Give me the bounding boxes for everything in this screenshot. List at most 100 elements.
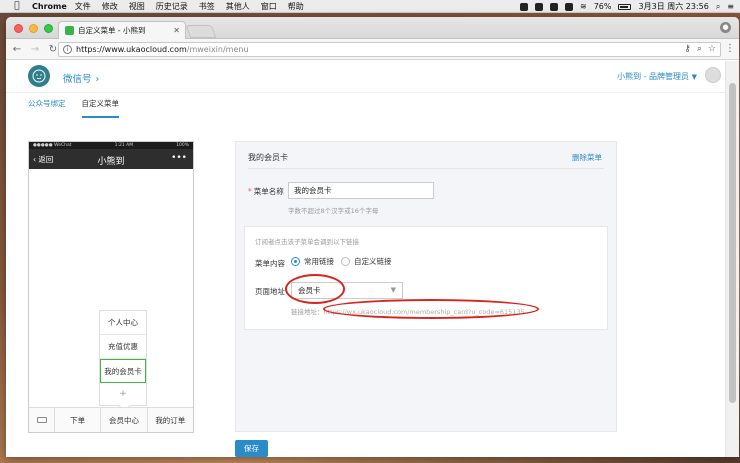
delete-menu-link[interactable]: 删除菜单 <box>572 152 602 163</box>
phone-carrier: ●●●●● WeChat <box>33 143 72 148</box>
phone-time: 1:21 AM <box>114 143 134 148</box>
chevron-right-icon: › <box>95 74 100 85</box>
sub-navigation: 公众号绑定 自定义菜单 <box>28 98 119 118</box>
menu-item-member-center[interactable]: 会员中心 <box>101 408 148 432</box>
close-window-button[interactable] <box>14 24 23 33</box>
menubar-item-file[interactable]: 文件 <box>75 1 91 12</box>
url-path: /mweixin/menu <box>186 45 249 54</box>
menu-editor-panel: 我的会员卡 删除菜单 * 菜单名称 我的会员卡 字数不超过8个汉字或16个字母 订… <box>235 141 617 432</box>
site-info-icon[interactable]: i <box>63 45 72 54</box>
tray-app-icon[interactable] <box>565 2 573 11</box>
content-hint: 订阅者点击该子菜单会调到以下链接 <box>255 238 359 246</box>
required-mark: * <box>248 187 252 196</box>
menubar-item-history[interactable]: 历史记录 <box>156 1 188 12</box>
menubar-status-area: ≋ 76% 3月3日 周六 23:56 ⌕ ≡ <box>520 0 734 13</box>
scrollbar-thumb[interactable] <box>729 83 736 403</box>
radio-custom-link[interactable]: 自定义链接 <box>341 256 392 267</box>
submenu-item-membership-card[interactable]: 我的会员卡 <box>100 359 146 383</box>
menu-content-label: 菜单内容 <box>255 259 285 268</box>
new-tab-button[interactable] <box>185 25 217 38</box>
notification-center-icon[interactable]: ≡ <box>727 2 734 11</box>
menu-name-label: * 菜单名称 <box>248 186 284 197</box>
site-header: 微信号 › 小熊到 - 品牌管理员 ▼ <box>6 61 725 93</box>
site-title-label: 微信号 <box>63 74 92 85</box>
menubar-item-help[interactable]: 帮助 <box>288 1 304 12</box>
address-bar-actions: ⚷ ⌕ ☆ <box>684 44 716 54</box>
radio-common-link[interactable]: 常用链接 <box>291 256 334 267</box>
tab-title: 自定义菜单 - 小熊到 <box>78 26 146 35</box>
url-host: https://www.ukaocloud.com <box>76 45 187 54</box>
maximize-window-button[interactable] <box>44 24 53 33</box>
window-controls <box>14 24 53 33</box>
tab-close-icon[interactable]: ✕ <box>173 26 180 35</box>
mac-menubar:  Chrome 文件 修改 视图 历史记录 书签 其他人 窗口 帮助 ≋ 76… <box>0 0 740 13</box>
wechat-account-link[interactable]: 微信号 › <box>63 71 99 85</box>
back-icon[interactable]: ← <box>10 44 24 55</box>
phone-preview: ●●●●● WeChat 1:21 AM 100% ‹ 返回 小熊到 ••• 个… <box>28 141 194 433</box>
tab-custom-menu[interactable]: 自定义菜单 <box>81 98 119 118</box>
menubar-item-edit[interactable]: 修改 <box>102 1 118 12</box>
battery-percent: 76% <box>593 2 612 11</box>
menu-name-label-text: 菜单名称 <box>253 187 284 196</box>
browser-toolbar: ← → ↻ i https://www.ukaocloud.com/mweixi… <box>6 39 739 60</box>
wechat-tray-icon[interactable] <box>520 2 528 11</box>
browser-window: 自定义菜单 - 小熊到 ✕ ● ← → ↻ i https://www.ukao… <box>6 17 739 457</box>
editor-title: 我的会员卡 <box>248 153 288 162</box>
keyboard-icon <box>29 408 55 432</box>
tray-app-icon[interactable] <box>550 2 558 11</box>
menubar-item-bookmarks[interactable]: 书签 <box>199 1 215 12</box>
browser-menu-icon[interactable]: ⋮ <box>725 43 735 54</box>
browser-tab[interactable]: 自定义菜单 - 小熊到 ✕ <box>58 21 186 39</box>
profile-icon[interactable]: ● <box>720 22 731 33</box>
wechat-favicon-icon <box>65 26 74 35</box>
link-address-label: 链接地址 <box>291 308 317 316</box>
radio-custom-label: 自定义链接 <box>354 257 392 266</box>
annotation-circle-page <box>285 274 345 304</box>
avatar[interactable] <box>705 67 721 83</box>
user-menu[interactable]: 小熊到 - 品牌管理员 ▼ <box>617 71 697 82</box>
save-button[interactable]: 保存 <box>235 440 268 457</box>
menubar-clock[interactable]: 3月3日 周六 23:56 <box>638 1 708 12</box>
user-name-label: 小熊到 - 品牌管理员 <box>617 72 690 81</box>
phone-menu-bar: 下单 会员中心 我的订单 <box>29 407 193 432</box>
phone-battery: 100% <box>176 143 189 148</box>
bookmark-star-icon[interactable]: ☆ <box>708 44 716 54</box>
menubar-app-name[interactable]: Chrome <box>32 2 67 11</box>
chevron-down-icon: ▼ <box>390 286 396 294</box>
annotation-circle-link <box>323 299 539 319</box>
divider <box>248 168 604 169</box>
menubar-item-window[interactable]: 窗口 <box>261 1 277 12</box>
phone-submenu: 个人中心 充值优惠 我的会员卡 + <box>99 310 147 406</box>
spotlight-icon[interactable]: ⌕ <box>716 2 720 12</box>
forward-icon[interactable]: → <box>28 44 42 55</box>
menu-item-my-orders[interactable]: 我的订单 <box>148 408 193 432</box>
tab-bar: 自定义菜单 - 小熊到 ✕ ● <box>6 17 739 39</box>
radio-checked-icon <box>291 257 300 266</box>
radio-common-label: 常用链接 <box>304 257 334 266</box>
caret-down-icon: ▼ <box>691 73 697 81</box>
page-address-label: 页面地址 <box>255 287 285 296</box>
add-submenu-button[interactable]: + <box>100 383 146 405</box>
menubar-item-people[interactable]: 其他人 <box>226 1 250 12</box>
phone-title: 小熊到 <box>97 157 125 167</box>
menu-name-input[interactable]: 我的会员卡 <box>288 182 434 199</box>
radio-unchecked-icon <box>341 257 350 266</box>
phone-more-icon: ••• <box>171 153 187 163</box>
page-scrollbar[interactable] <box>725 61 739 457</box>
minimize-window-button[interactable] <box>29 24 38 33</box>
submenu-item-personal-center[interactable]: 个人中心 <box>100 311 146 335</box>
menu-name-hint: 字数不超过8个汉字或16个字母 <box>288 207 379 215</box>
brand-logo[interactable] <box>28 65 50 87</box>
page-content: 微信号 › 小熊到 - 品牌管理员 ▼ 公众号绑定 自定义菜单 ●●●●● WeC… <box>6 61 725 457</box>
wifi-icon[interactable]: ≋ <box>580 2 587 11</box>
zoom-icon[interactable]: ⌕ <box>697 44 702 54</box>
battery-icon[interactable] <box>618 3 632 10</box>
tab-account-binding[interactable]: 公众号绑定 <box>28 98 66 118</box>
tray-app-icon[interactable] <box>535 2 543 11</box>
menubar-item-view[interactable]: 视图 <box>129 1 145 12</box>
menu-item-order[interactable]: 下单 <box>55 408 102 432</box>
apple-icon[interactable]:  <box>10 1 24 11</box>
submenu-item-recharge[interactable]: 充值优惠 <box>100 335 146 359</box>
address-bar[interactable]: i https://www.ukaocloud.com/mweixin/menu… <box>58 42 721 57</box>
key-icon[interactable]: ⚷ <box>684 44 691 54</box>
